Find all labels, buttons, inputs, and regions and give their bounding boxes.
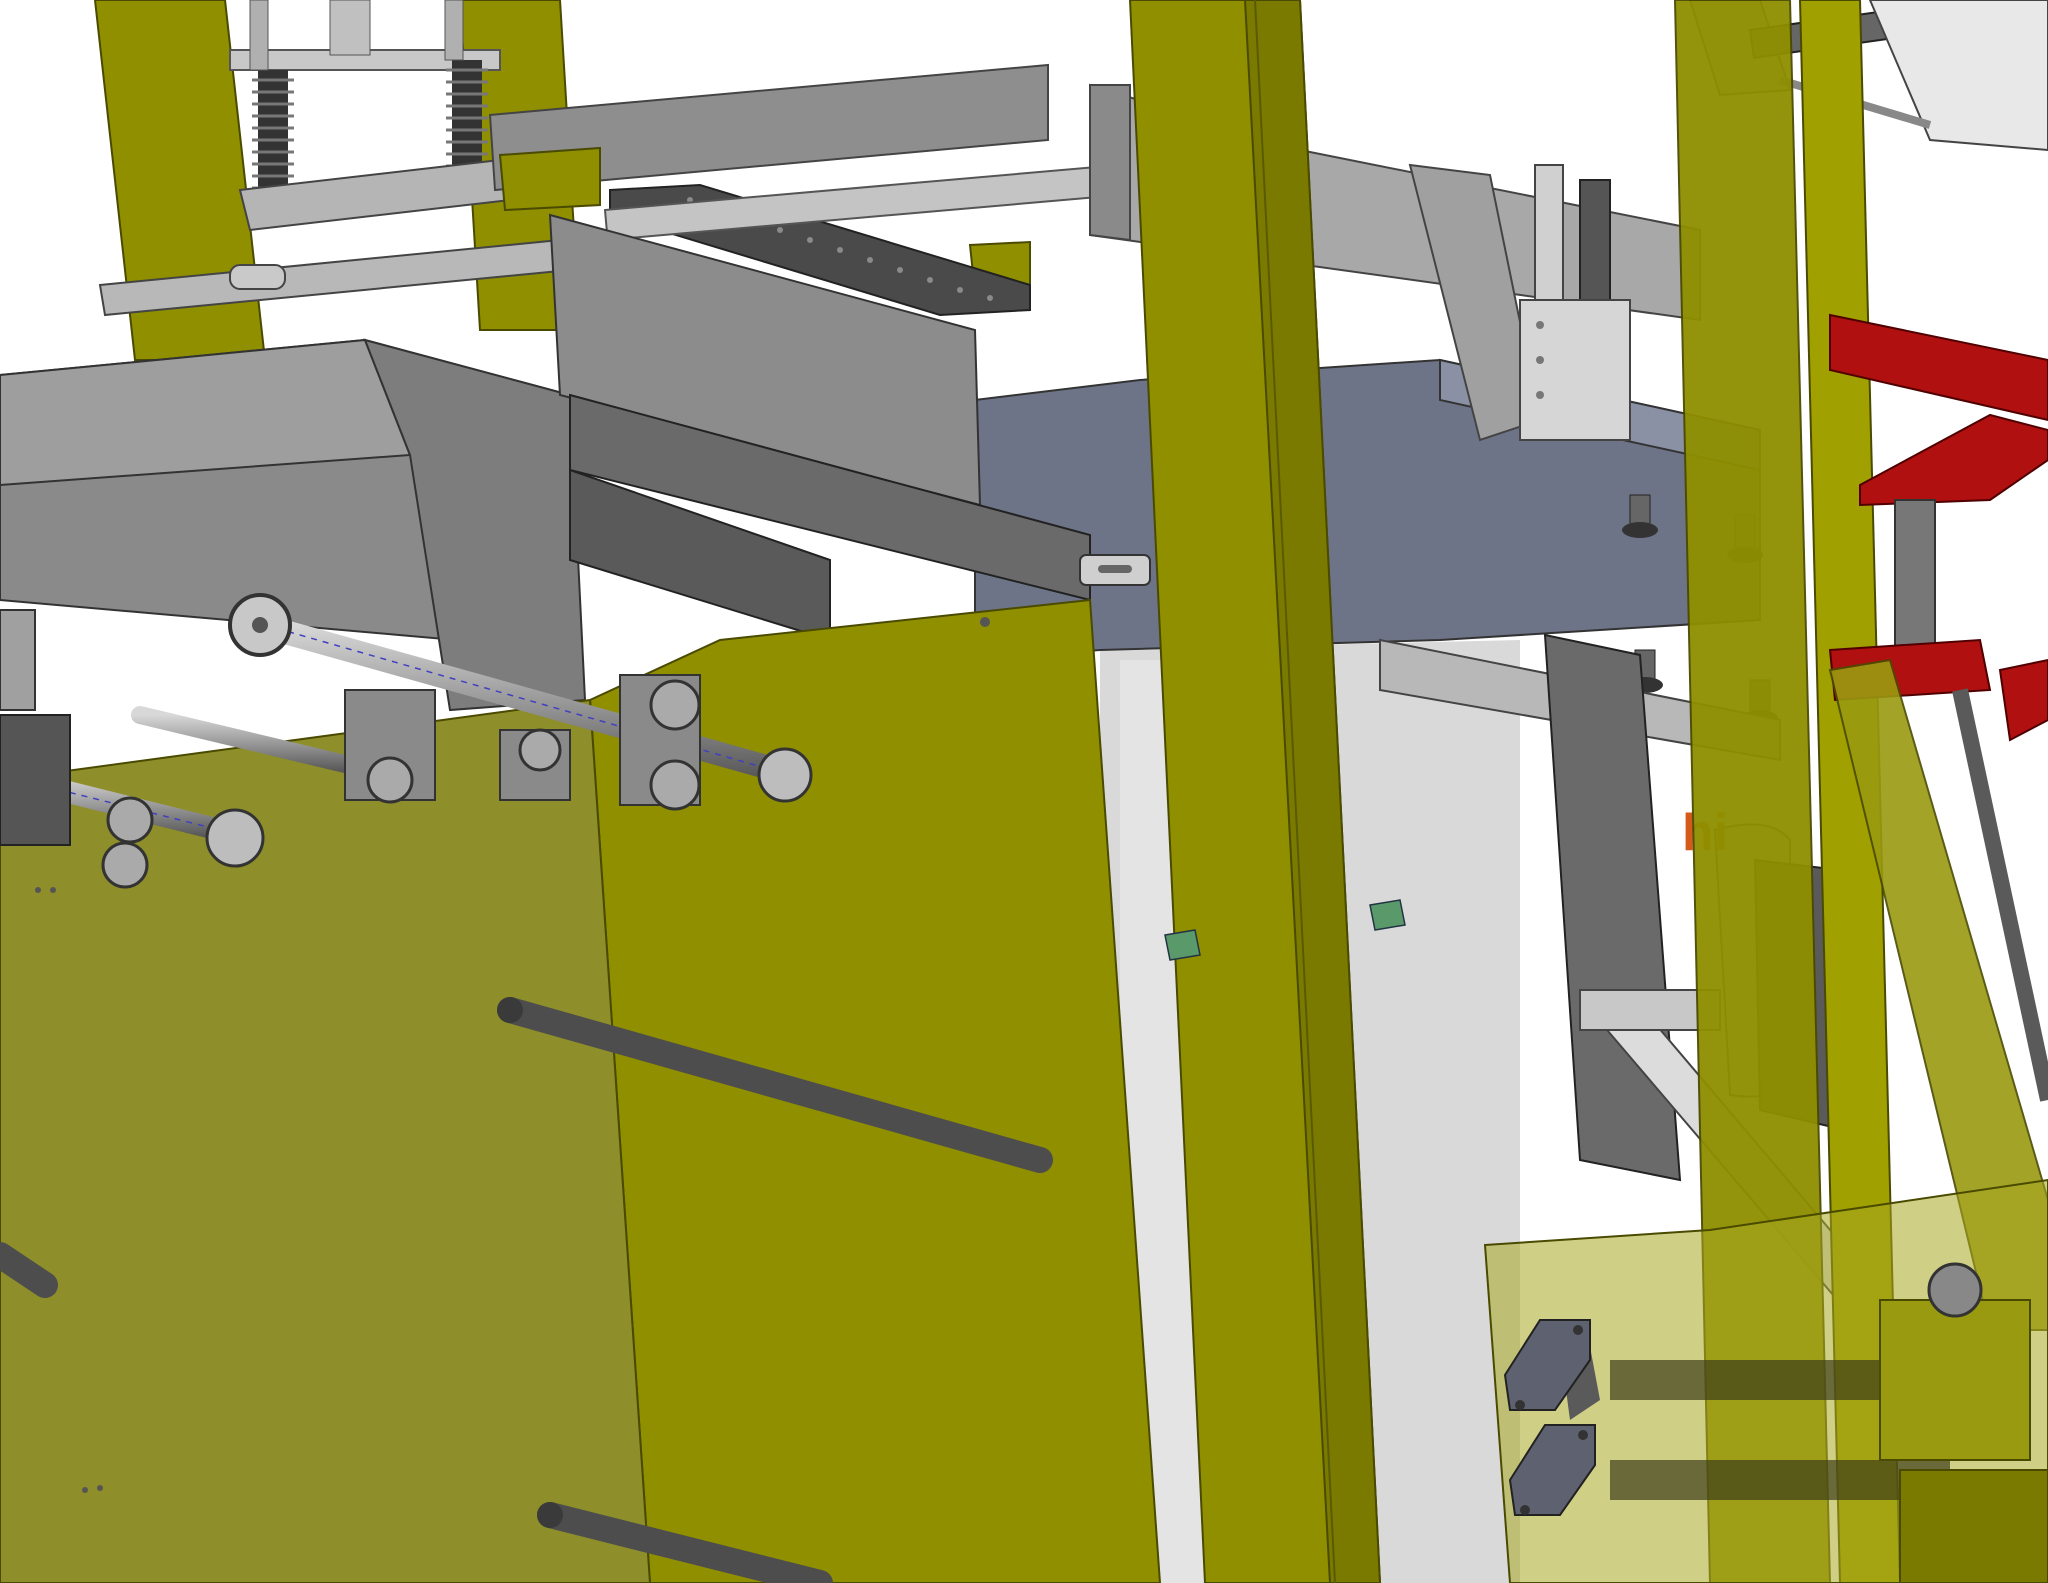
left-cylinder (0, 609, 36, 711)
left-transparent-panel (0, 698, 652, 1583)
left-bearing-block (0, 714, 71, 846)
green-bracket-2 (1164, 929, 1201, 961)
bearing-ring (1927, 1262, 1983, 1318)
guide-rod-1 (249, 0, 269, 71)
upper-channel-end (1089, 84, 1131, 242)
shaft-end-right (757, 747, 813, 803)
rod-clamp (229, 264, 286, 290)
cad-render: hi (0, 0, 2048, 1583)
center-block (329, 0, 371, 56)
bearing-base (1899, 1469, 2048, 1583)
yellow-bracket-top (498, 146, 601, 212)
green-bracket (1369, 899, 1406, 931)
cylinder-block (1519, 299, 1631, 441)
bearing-block (1879, 1299, 2031, 1461)
guide-rod-2 (444, 0, 464, 61)
cad-machine-assembly-view: hi (0, 0, 2048, 1583)
